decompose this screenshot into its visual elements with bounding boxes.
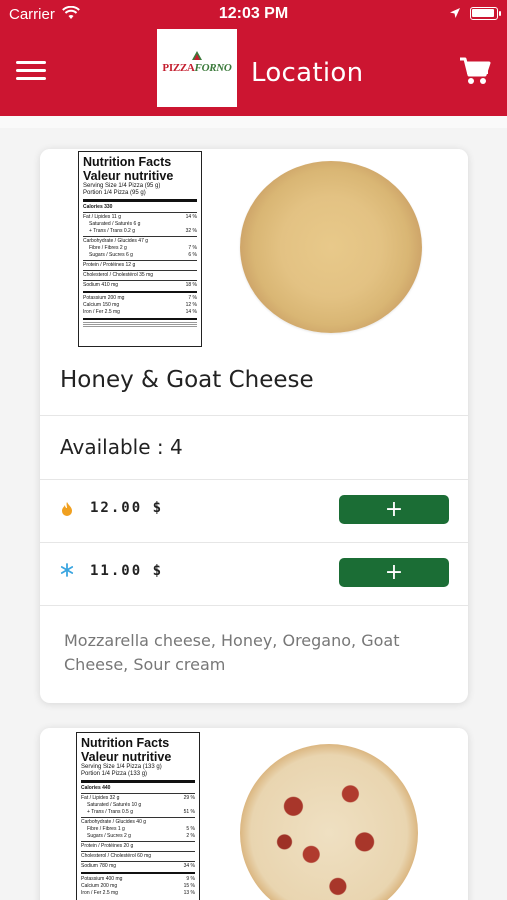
nutrition-calories: Calories 330 [83,204,113,210]
nutrition-dv: 7 % [188,295,197,301]
snowflake-icon [60,563,74,577]
nutrition-dv: 7 % [188,245,197,251]
nutrition-row: Sodium 410 mg [83,282,119,288]
status-bar: Carrier 12:03 PM [0,0,507,28]
nutrition-row: Fat / Lipides 32 g [81,795,120,801]
nutrition-facts-label: Nutrition Facts Valeur nutritive Serving… [78,151,202,347]
nutrition-portion: Portion 1/4 Pizza (95 g) [83,190,146,196]
nutrition-row: Calcium 200 mg [81,883,118,889]
nutrition-row: Sodium 780 mg [81,863,117,869]
price-row-hot: 12.00 $ + [40,481,468,543]
nutrition-dv: 15 % [183,883,195,889]
cart-icon[interactable] [459,55,491,87]
logo-flame-icon [192,51,202,60]
add-to-cart-button[interactable]: + [339,558,449,587]
flame-icon [62,502,72,516]
product-name: Honey & Goat Cheese [60,367,314,393]
nutrition-row: Fibre / Fibres 2 g [89,245,127,251]
nutrition-row: Sugars / Sucres 2 g [87,833,131,839]
nutrition-row: Fat / Lipides 11 g [83,214,121,220]
nutrition-dv: 2 % [186,833,195,839]
availability-label: Available : 4 [60,435,183,459]
nutrition-row: Calcium 150 mg [83,302,120,308]
nutrition-row: Saturated / Saturés 6 g [89,221,141,227]
nutrition-serving: Serving Size 1/4 Pizza (95 g) [83,183,161,189]
divider [40,542,468,543]
brand-logo: PIZZAFORNO [157,29,237,107]
nutrition-row: + Trans / Trans 0.5 g [87,809,133,815]
price-row-frozen: 11.00 $ + [40,544,468,606]
nutrition-title-en: Nutrition Facts [81,736,170,750]
nutrition-row: Sugars / Sucres 6 g [89,252,133,258]
nutrition-dv: 18 % [185,282,197,288]
product-media: Nutrition Facts Valeur nutritive Serving… [40,149,468,349]
nutrition-dv: 9 % [186,876,195,882]
nutrition-row: Protein / Protéines 12 g [83,262,136,268]
nutrition-row: Carbohydrate / Glucides 47 g [83,238,149,244]
nutrition-dv: 29 % [183,795,195,801]
battery-icon [470,7,501,20]
nutrition-facts-label: Nutrition Facts Valeur nutritive Serving… [76,732,200,900]
nutrition-dv: 13 % [183,890,195,896]
nutrition-row: Potassium 400 mg [81,876,123,882]
nutrition-dv: 34 % [183,863,195,869]
nutrition-row: + Trans / Trans 0.2 g [89,228,135,234]
nutrition-dv: 51 % [183,809,195,815]
nutrition-dv: 6 % [188,252,197,258]
logo-text-b: FORNO [194,62,232,74]
nutrition-title-fr: Valeur nutritive [83,169,174,183]
nutrition-portion: Portion 1/4 Pizza (133 g) [81,771,148,777]
nutrition-row: Iron / Fer 2.5 mg [81,890,118,896]
price-value: 11.00 $ [90,563,164,579]
nutrition-serving: Serving Size 1/4 Pizza (133 g) [81,764,162,770]
nutrition-dv: 5 % [186,826,195,832]
product-media: Nutrition Facts Valeur nutritive Serving… [40,728,468,900]
nutrition-row: Protein / Protéines 20 g [81,843,134,849]
nutrition-row: Cholesterol / Cholestérol 60 mg [81,853,152,859]
nutrition-row: Iron / Fer 2.5 mg [83,309,120,315]
product-description: Mozzarella cheese, Honey, Oregano, Goat … [64,631,400,674]
nutrition-row: Fibre / Fibres 1 g [87,826,125,832]
map-background-strip [0,116,507,128]
nutrition-dv: 14 % [185,214,197,220]
nutrition-row: Cholesterol / Cholestérol 35 mg [83,272,154,278]
logo-text-a: PIZZA [162,62,195,74]
product-card: Nutrition Facts Valeur nutritive Serving… [40,149,468,703]
add-to-cart-button[interactable]: + [339,495,449,524]
status-time: 12:03 PM [218,5,289,22]
hamburger-menu-icon[interactable] [16,61,46,81]
divider [40,415,468,416]
page-title: Location [251,58,364,88]
nutrition-footnote-lines [83,322,197,327]
nutrition-row: Potassium 200 mg [83,295,125,301]
price-value: 12.00 $ [90,500,164,516]
nutrition-dv: 32 % [185,228,197,234]
divider [40,605,468,606]
nutrition-title-en: Nutrition Facts [83,155,172,169]
nutrition-row: Carbohydrate / Glucides 40 g [81,819,147,825]
divider [40,479,468,480]
product-card: Nutrition Facts Valeur nutritive Serving… [40,728,468,900]
nutrition-calories: Calories 440 [81,785,111,791]
nutrition-dv: 14 % [185,309,197,315]
nutrition-dv: 12 % [185,302,197,308]
nutrition-title-fr: Valeur nutritive [81,750,172,764]
nutrition-row: Saturated / Saturés 10 g [87,802,142,808]
app-header: Carrier 12:03 PM PIZZAFORNO Location [0,0,507,116]
location-arrow-icon [450,8,460,18]
pizza-image [240,744,418,900]
pizza-image [240,161,422,333]
